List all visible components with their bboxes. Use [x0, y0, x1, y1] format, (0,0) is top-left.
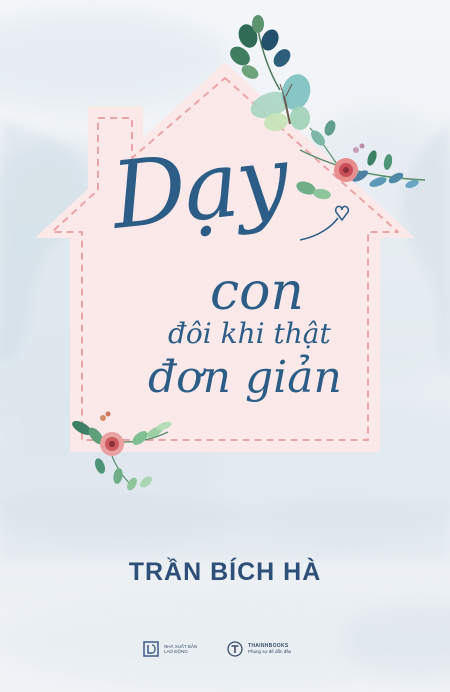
publisher-thainhbooks-tagline: Phụng sự để dẫn đầu: [248, 649, 292, 654]
heart-flourish-icon: [299, 205, 350, 241]
publisher-thainhbooks-logo-icon: [226, 640, 244, 658]
publisher-lao-dong-line2: LAO ĐỘNG: [164, 649, 188, 654]
publisher-lao-dong-logo-icon: [142, 640, 160, 658]
book-cover: Dạy con đôi khi thật đơn giản TRẦN BÍCH …: [0, 0, 450, 692]
publisher-lao-dong: NHÀ XUẤT BẢN LAO ĐỘNG: [142, 636, 197, 662]
publisher-thainhbooks: THAINHBOOKS Phụng sự để dẫn đầu: [226, 636, 291, 662]
author-name: TRẦN BÍCH HÀ: [128, 558, 322, 586]
